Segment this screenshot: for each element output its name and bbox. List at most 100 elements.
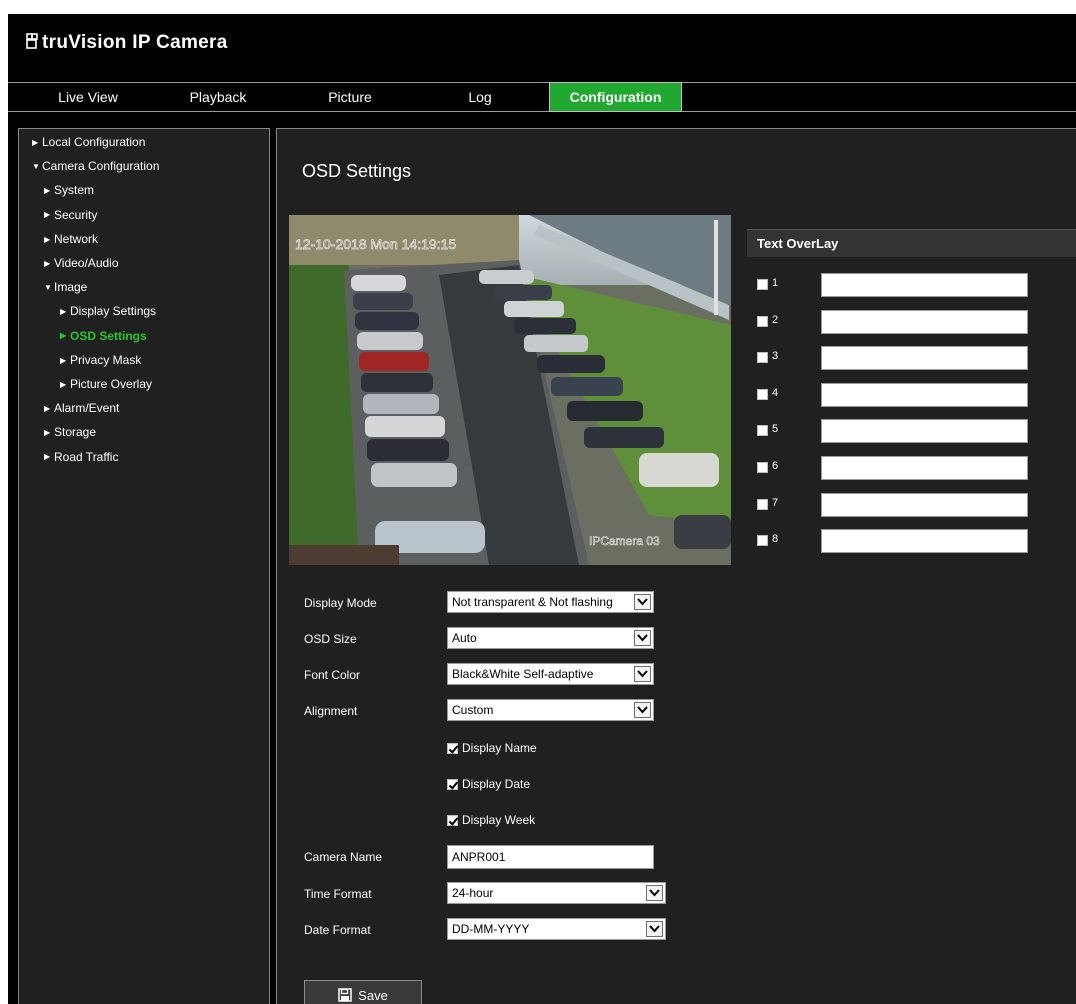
- sidebar-item-label: Local Configuration: [42, 135, 146, 149]
- sidebar-item-label: Storage: [54, 425, 97, 440]
- nav-log[interactable]: Log: [428, 83, 532, 111]
- text-overlay-number: 6: [772, 460, 779, 472]
- chevron-down-icon: [634, 630, 651, 646]
- sidebar-item-label: Road Traffic: [54, 449, 119, 464]
- font-color-label: Font Color: [304, 668, 361, 682]
- text-overlay-checkbox[interactable]: [757, 279, 768, 290]
- triangle-down-icon: ▼: [32, 162, 40, 172]
- sidebar-item[interactable]: ▶ OSD Settings: [60, 327, 147, 345]
- display-date-checkbox[interactable]: [447, 778, 458, 790]
- sidebar-item[interactable]: ▼ Image: [44, 278, 87, 296]
- triangle-right-icon: ▶: [44, 428, 51, 438]
- text-overlay-number: 4: [772, 386, 779, 399]
- osd-size-label: OSD Size: [304, 632, 357, 646]
- triangle-right-icon: ▶: [44, 404, 51, 414]
- camera-name-input[interactable]: ANPR001: [447, 845, 654, 869]
- sidebar-item[interactable]: ▶ System: [44, 181, 94, 199]
- brand-name: truVision IP Camera: [42, 32, 228, 53]
- text-overlay-checkbox[interactable]: [757, 535, 768, 547]
- display-week-option[interactable]: Display Week: [447, 813, 535, 827]
- text-overlay-input[interactable]: [821, 309, 1028, 334]
- text-overlay-checkbox[interactable]: [757, 462, 768, 473]
- text-overlay-input[interactable]: [821, 419, 1028, 444]
- sidebar-item[interactable]: ▶ Local Configuration: [32, 133, 145, 151]
- sidebar-item[interactable]: ▶ Picture Overlay: [60, 375, 152, 393]
- sidebar-item-label: Network: [54, 231, 99, 246]
- triangle-right-icon: ▶: [60, 379, 67, 389]
- sidebar-item[interactable]: ▶ Network: [44, 230, 98, 248]
- sidebar-item[interactable]: ▶ Privacy Mask: [60, 351, 141, 369]
- text-overlay-row: 7: [757, 492, 1076, 517]
- sidebar-item[interactable]: ▶ Alarm/Event: [44, 399, 119, 417]
- date-format-label: Date Format: [304, 923, 371, 937]
- main-panel: OSD Settings 12-10-2018 Mon 14:19:15 IPC…: [276, 128, 1076, 1004]
- triangle-right-icon: ▶: [44, 452, 51, 462]
- time-format-label: Time Format: [304, 887, 372, 901]
- brand-mark-icon: [26, 33, 38, 49]
- text-overlay-checkbox[interactable]: [757, 498, 768, 510]
- date-format-select[interactable]: DD-MM-YYYY: [447, 918, 666, 940]
- text-overlay-checkbox[interactable]: [757, 425, 768, 437]
- triangle-right-icon: ▶: [32, 137, 39, 147]
- text-overlay-input[interactable]: [821, 346, 1028, 371]
- text-overlay-number: 7: [772, 496, 779, 509]
- display-date-option[interactable]: Display Date: [447, 777, 530, 791]
- display-name-checkbox[interactable]: [447, 742, 458, 754]
- alignment-select[interactable]: Custom: [447, 699, 654, 721]
- alignment-label: Alignment: [304, 704, 358, 718]
- text-overlay-row: 1: [757, 273, 1076, 297]
- save-button[interactable]: Save: [304, 980, 422, 1004]
- text-overlay-checkbox[interactable]: [757, 352, 768, 364]
- sidebar-item-label: Picture Overlay: [70, 377, 153, 391]
- sidebar-item[interactable]: ▼ Camera Configuration: [32, 157, 159, 175]
- text-overlay-row: 4: [757, 382, 1076, 407]
- text-overlay-row: 2: [757, 309, 1076, 334]
- date-format-value: DD-MM-YYYY: [452, 922, 530, 936]
- nav-live-view[interactable]: Live View: [36, 83, 140, 111]
- text-overlay-input[interactable]: [821, 382, 1028, 407]
- font-color-select[interactable]: Black&White Self-adaptive: [447, 663, 654, 685]
- osd-size-select[interactable]: Auto: [447, 627, 654, 649]
- chevron-down-icon: [634, 594, 651, 610]
- text-overlay-row: 5: [757, 419, 1076, 444]
- camera-preview[interactable]: 12-10-2018 Mon 14:19:15 IPCamera 03: [289, 215, 731, 565]
- sidebar-item-label: Camera Configuration: [42, 159, 160, 174]
- display-mode-value: Not transparent & Not flashing: [452, 595, 613, 609]
- text-overlay-row: 6: [757, 456, 1076, 480]
- sidebar-item[interactable]: ▶ Display Settings: [60, 302, 156, 320]
- alignment-value: Custom: [452, 703, 494, 717]
- text-overlay-input[interactable]: [821, 529, 1028, 554]
- sidebar-item-label: System: [54, 183, 95, 198]
- text-overlay-row: 8: [757, 529, 1076, 554]
- time-format-select[interactable]: 24-hour: [447, 882, 666, 904]
- text-overlay-checkbox[interactable]: [757, 315, 768, 327]
- text-overlay-checkbox[interactable]: [757, 388, 768, 400]
- display-mode-select[interactable]: Not transparent & Not flashing: [447, 591, 654, 613]
- text-overlay-number: 5: [772, 423, 779, 436]
- preview-date-overlay: 12-10-2018 Mon 14:19:15: [295, 236, 456, 252]
- text-overlay-header: Text OverLay: [747, 229, 1076, 257]
- display-week-checkbox[interactable]: [447, 814, 458, 826]
- display-name-option[interactable]: Display Name: [447, 741, 537, 755]
- save-icon: [338, 988, 352, 1002]
- sidebar-item[interactable]: ▶ Security: [44, 206, 97, 224]
- text-overlay-input[interactable]: [821, 273, 1028, 297]
- camera-name-label: Camera Name: [304, 850, 383, 864]
- app-window: truVision IP Camera Live View Playback P…: [8, 14, 1076, 1004]
- sidebar-item-label: Security: [54, 207, 98, 222]
- osd-size-value: Auto: [452, 631, 477, 645]
- text-overlay-input[interactable]: [821, 492, 1028, 517]
- sidebar-item[interactable]: ▶ Storage: [44, 423, 96, 441]
- text-overlay-number: 3: [772, 350, 779, 363]
- nav-picture[interactable]: Picture: [298, 83, 402, 111]
- sidebar-item[interactable]: ▶ Video/Audio: [44, 254, 119, 272]
- page-title: OSD Settings: [302, 161, 412, 181]
- triangle-right-icon: ▶: [60, 307, 67, 317]
- nav-configuration[interactable]: Configuration: [549, 82, 682, 112]
- nav-playback[interactable]: Playback: [166, 83, 270, 111]
- triangle-right-icon: ▶: [44, 210, 51, 220]
- chevron-down-icon: [646, 921, 663, 937]
- text-overlay-input[interactable]: [821, 456, 1028, 480]
- text-overlay-number: 2: [772, 313, 779, 326]
- sidebar-item[interactable]: ▶ Road Traffic: [44, 448, 118, 466]
